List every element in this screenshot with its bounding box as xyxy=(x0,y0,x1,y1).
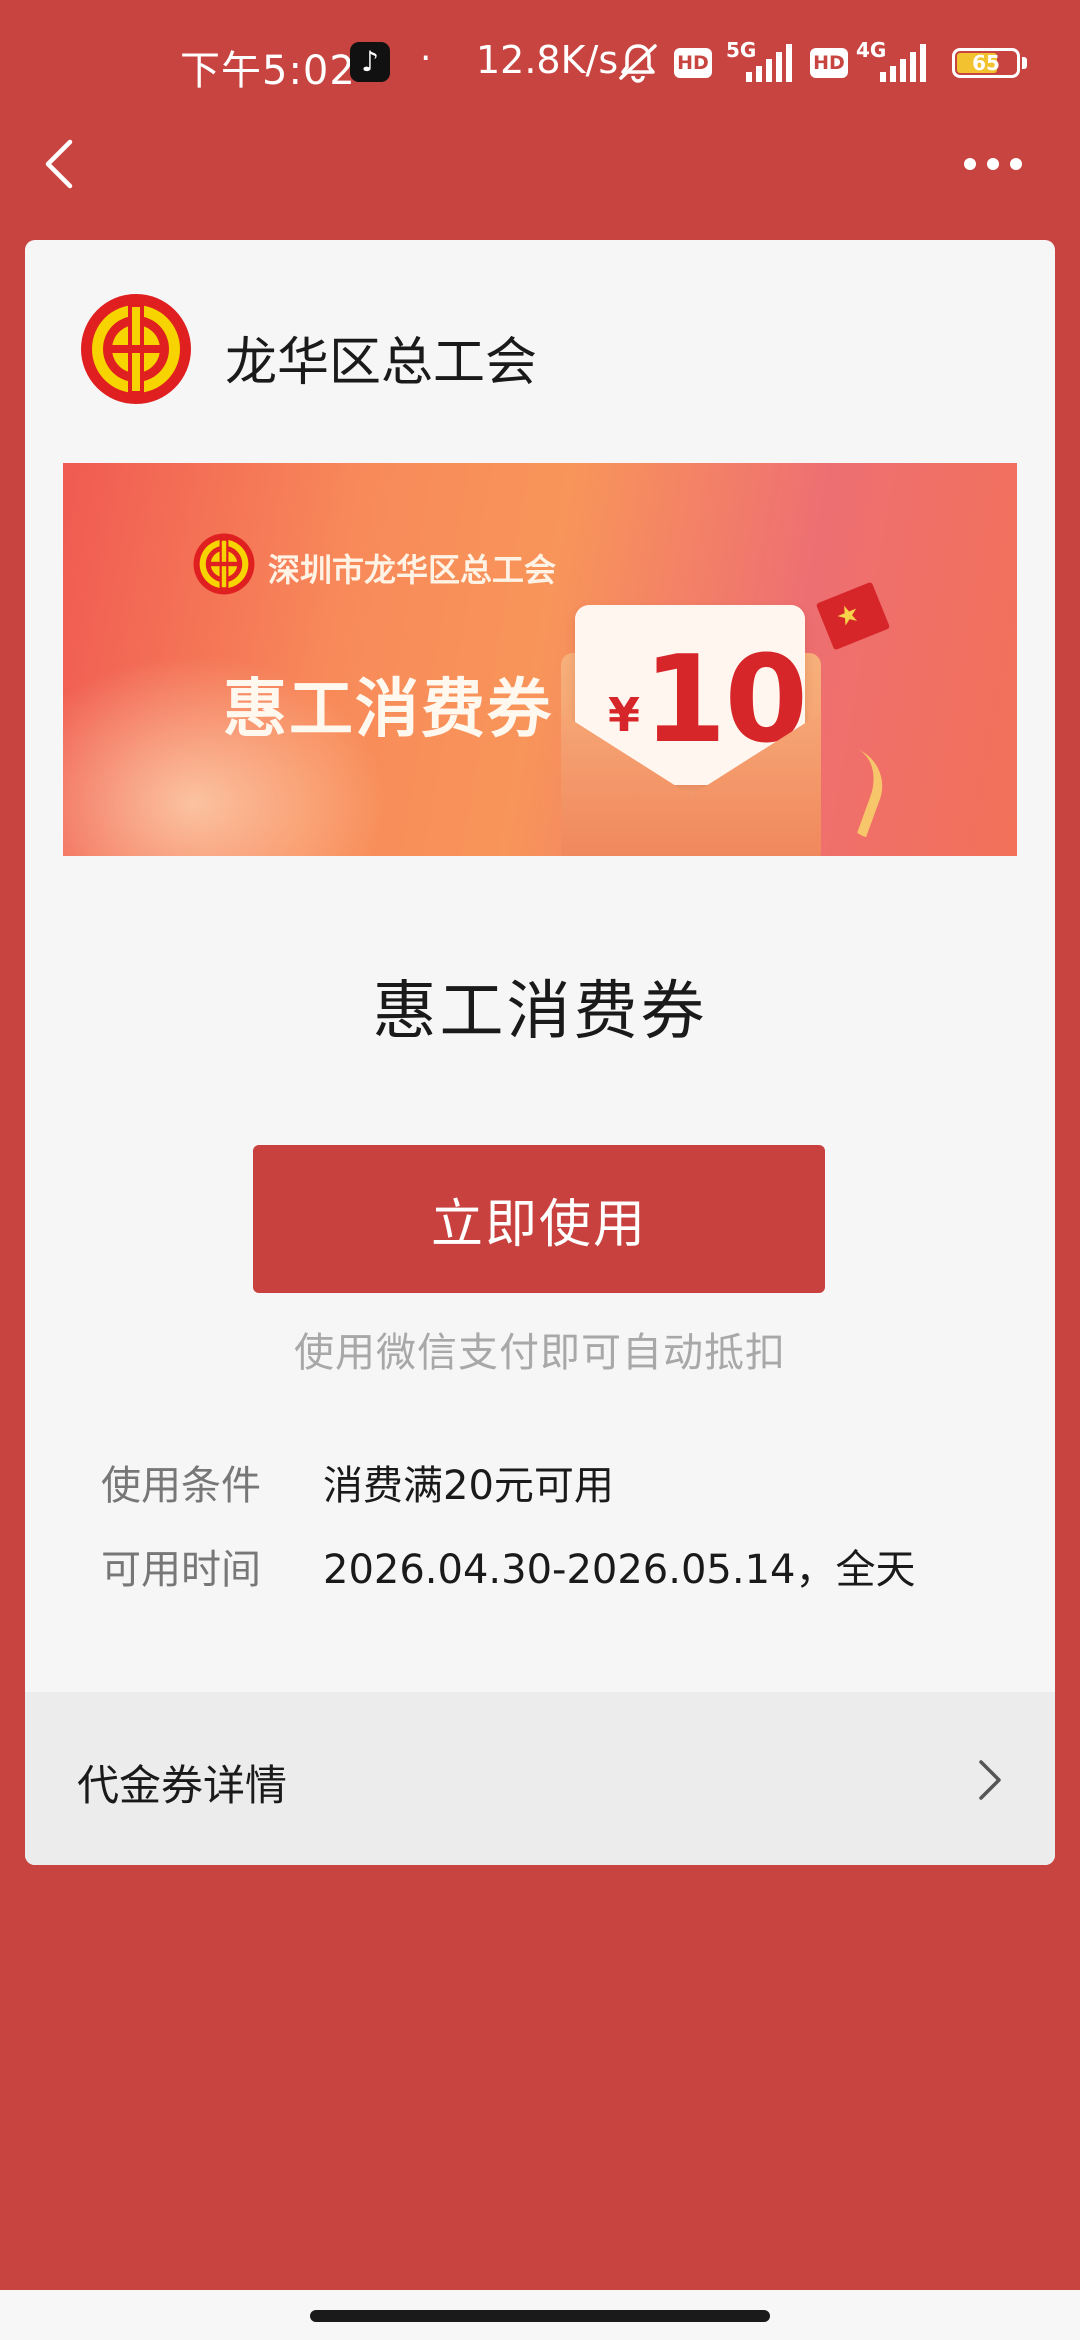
tiktok-notification-icon: ♪ xyxy=(350,42,390,82)
battery-tip xyxy=(1022,57,1027,69)
more-options-icon[interactable] xyxy=(962,154,1024,174)
battery-level: 65 xyxy=(972,51,1000,75)
coupon-card: 龙华区总工会 深圳市龙华区总工会 惠工消费券 ★ ¥ 10 惠工消费券 立即使用… xyxy=(25,240,1055,1865)
home-bar[interactable] xyxy=(310,2310,770,2322)
chevron-right-icon xyxy=(979,1760,1001,1800)
coupon-details-label: 代金券详情 xyxy=(77,1761,288,1810)
banner-currency: ¥ xyxy=(608,688,641,742)
coupon-title: 惠工消费券 xyxy=(372,975,708,1049)
org-name: 龙华区总工会 xyxy=(225,333,538,393)
battery-icon: 65 xyxy=(952,48,1020,78)
hd-badge-sim2: HD xyxy=(810,48,848,78)
hd-badge-sim1: HD xyxy=(674,48,712,78)
conditions-label: 使用条件 xyxy=(101,1463,261,1509)
banner-title: 惠工消费券 xyxy=(223,673,553,747)
status-time: 下午5:02 xyxy=(180,48,356,94)
signal-sim2-icon xyxy=(880,44,926,82)
coupon-details-row[interactable]: 代金券详情 xyxy=(25,1692,1055,1865)
use-now-button[interactable]: 立即使用 xyxy=(253,1145,825,1293)
status-bar: 下午5:02 ♪ · 12.8K/s HD 5G HD 4G 65 xyxy=(0,0,1080,125)
payment-hint: 使用微信支付即可自动抵扣 xyxy=(294,1330,786,1376)
coupon-banner: 深圳市龙华区总工会 惠工消费券 ★ ¥ 10 xyxy=(63,463,1017,856)
valid-time-value: 2026.04.30-2026.05.14，全天 xyxy=(323,1547,916,1593)
flag-icon: ★ xyxy=(815,581,891,651)
bell-muted-icon xyxy=(619,44,657,83)
banner-union-logo xyxy=(193,533,255,595)
back-arrow-icon[interactable] xyxy=(40,134,80,194)
banner-org-name: 深圳市龙华区总工会 xyxy=(268,551,557,589)
ribbon-decoration xyxy=(828,748,894,838)
trade-union-logo xyxy=(81,294,191,404)
conditions-value: 消费满20元可用 xyxy=(323,1463,614,1509)
home-indicator-area xyxy=(0,2290,1080,2340)
network-speed: 12.8K/s xyxy=(476,38,619,82)
signal-sim1-icon xyxy=(746,44,792,82)
status-dot: · xyxy=(420,38,432,79)
valid-time-label: 可用时间 xyxy=(101,1547,261,1593)
